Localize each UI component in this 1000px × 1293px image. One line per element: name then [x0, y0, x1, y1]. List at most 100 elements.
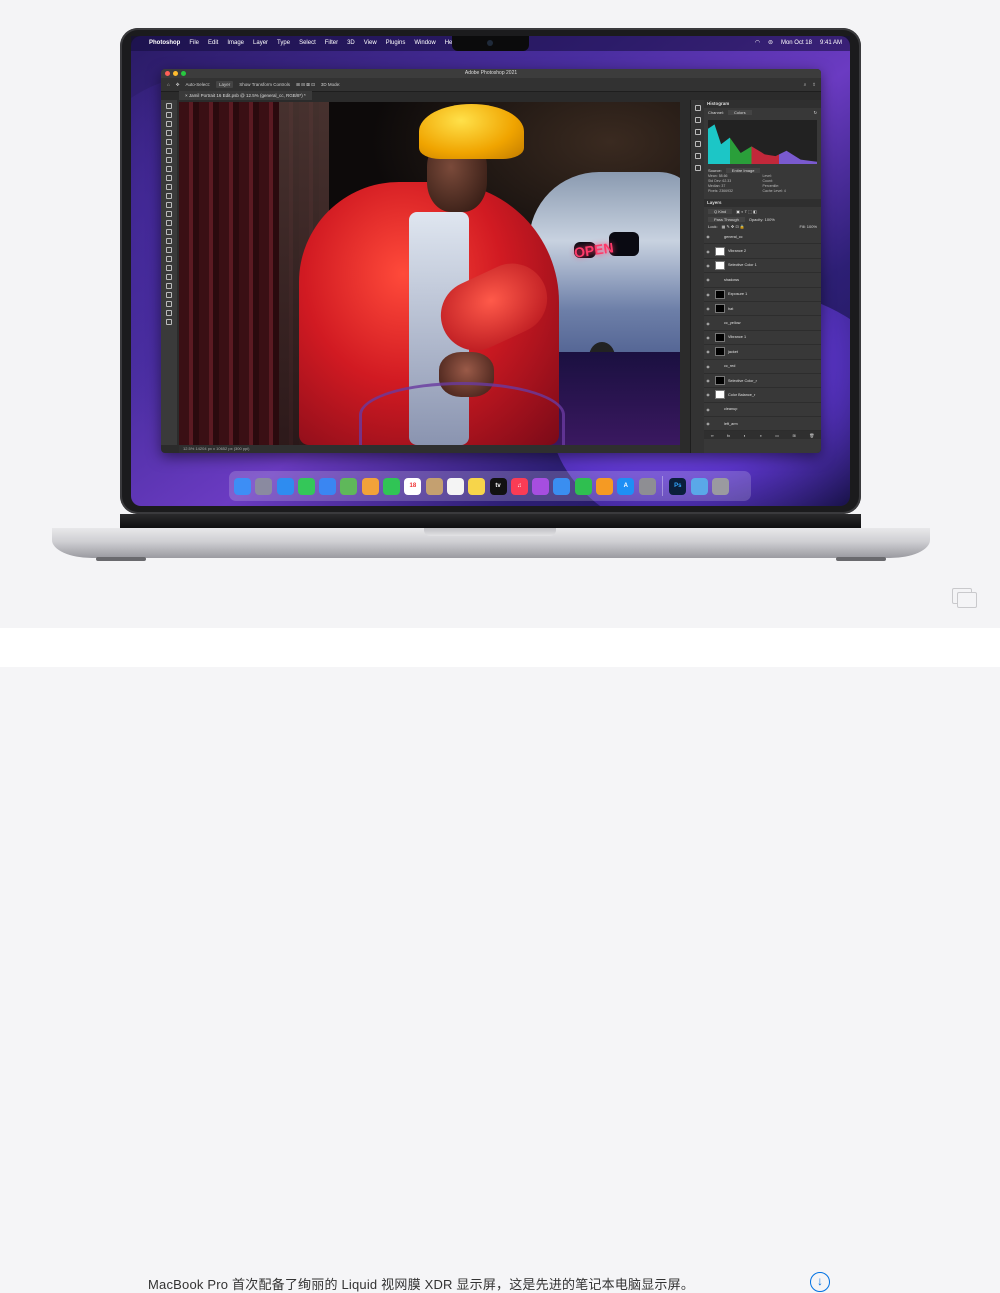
mask-icon[interactable]: ◐ — [744, 433, 746, 438]
photos-icon[interactable] — [361, 477, 379, 495]
hand-tool-icon[interactable] — [166, 274, 172, 280]
settings-icon[interactable] — [638, 477, 656, 495]
show-transform-checkbox[interactable]: Show Transform Controls — [239, 82, 290, 87]
path-select-tool-icon[interactable] — [166, 256, 172, 262]
visibility-eye-icon[interactable]: ◉ — [704, 249, 712, 254]
visibility-eye-icon[interactable]: ◉ — [704, 292, 712, 297]
finder-icon[interactable] — [234, 477, 251, 495]
downloads-icon[interactable] — [690, 477, 708, 495]
maps-icon[interactable] — [340, 477, 358, 495]
visibility-eye-icon[interactable]: ◉ — [704, 421, 712, 426]
appstore-icon[interactable]: A — [617, 477, 635, 495]
layer-row[interactable]: ◉ general_cc — [704, 230, 821, 245]
menu-image[interactable]: Image — [227, 36, 244, 51]
healing-tool-icon[interactable] — [166, 166, 172, 172]
blend-mode-dropdown[interactable]: Pass Through — [708, 217, 745, 222]
visibility-eye-icon[interactable]: ◉ — [704, 234, 712, 239]
layer-row[interactable]: ◉ cc_yellow — [704, 316, 821, 331]
visibility-eye-icon[interactable]: ◉ — [704, 407, 712, 412]
zoom-icon[interactable] — [181, 71, 186, 76]
group-icon[interactable]: ▭ — [775, 433, 779, 438]
properties-panel-icon[interactable] — [695, 141, 701, 147]
pages-icon[interactable] — [596, 477, 614, 495]
numbers-icon[interactable] — [574, 477, 592, 495]
mail-icon[interactable] — [319, 477, 337, 495]
marquee-tool-icon[interactable] — [166, 112, 172, 118]
layer-row[interactable]: ◉ Vibrance 1 — [704, 331, 821, 346]
swatches-panel-icon[interactable] — [695, 153, 701, 159]
layer-row[interactable]: ◉ jacket — [704, 345, 821, 360]
history-panel-icon[interactable] — [695, 105, 701, 111]
menubar-time[interactable]: 9:41 AM — [820, 36, 842, 51]
visibility-eye-icon[interactable]: ◉ — [704, 392, 712, 397]
menu-edit[interactable]: Edit — [208, 36, 218, 51]
layers-panel-title[interactable]: Layers — [704, 199, 821, 207]
facetime-icon[interactable] — [383, 477, 401, 495]
image-canvas[interactable]: OPEN — [179, 102, 680, 445]
search-icon[interactable]: ⌕ — [804, 82, 807, 87]
layer-row[interactable]: ◉ Selective Color_r — [704, 374, 821, 389]
layer-row[interactable]: ◉ Vibrance 2 — [704, 244, 821, 259]
gallery-icon[interactable] — [957, 592, 977, 608]
color-tool-icon[interactable] — [166, 301, 172, 307]
frame-tool-icon[interactable] — [166, 148, 172, 154]
menubar-app-name[interactable]: Photoshop — [149, 36, 180, 51]
layer-row[interactable]: ◉ cc_red — [704, 360, 821, 374]
eyedropper-tool-icon[interactable] — [166, 157, 172, 163]
mask-tool-icon[interactable] — [166, 310, 172, 316]
crop-tool-icon[interactable] — [166, 139, 172, 145]
trash-icon[interactable] — [711, 477, 729, 495]
lasso-tool-icon[interactable] — [166, 121, 172, 127]
visibility-eye-icon[interactable]: ◉ — [704, 321, 712, 326]
keynote-icon[interactable] — [553, 477, 571, 495]
menu-select[interactable]: Select — [299, 36, 316, 51]
link-icon[interactable]: ∞ — [711, 433, 714, 438]
contacts-icon[interactable] — [425, 477, 443, 495]
layer-row[interactable]: ◉ left_arm — [704, 417, 821, 432]
adjustment-icon[interactable]: ◑ — [759, 433, 761, 438]
reminders-icon[interactable] — [446, 477, 464, 495]
pen-tool-icon[interactable] — [166, 238, 172, 244]
music-icon[interactable]: ♫ — [510, 477, 528, 495]
menu-type[interactable]: Type — [277, 36, 290, 51]
control-center-icon[interactable]: ⊜ — [768, 36, 773, 51]
opacity-field[interactable]: Opacity: 100% — [749, 217, 775, 222]
quick-select-tool-icon[interactable] — [166, 130, 172, 136]
visibility-eye-icon[interactable]: ◉ — [704, 306, 712, 311]
layer-row[interactable]: ◉ Exposure 1 — [704, 288, 821, 302]
layer-filter-dropdown[interactable]: Q Kind — [708, 209, 733, 214]
gradient-tool-icon[interactable] — [166, 211, 172, 217]
adjustments-panel-icon[interactable] — [695, 117, 701, 123]
menu-file[interactable]: File — [189, 36, 199, 51]
photoshop-icon[interactable]: Ps — [669, 477, 687, 495]
source-dropdown[interactable]: Entire Image — [725, 168, 761, 173]
layer-row[interactable]: ◉ hat — [704, 302, 821, 317]
layer-row[interactable]: ◉ shadows — [704, 273, 821, 288]
brush-settings-panel-icon[interactable] — [695, 129, 701, 135]
move-tool-icon[interactable] — [166, 103, 172, 109]
refresh-icon[interactable]: ↻ — [814, 110, 817, 115]
delete-layer-icon[interactable]: 🗑 — [809, 433, 814, 438]
wifi-icon[interactable]: ◠ — [755, 36, 760, 51]
appletv-icon[interactable]: tv — [489, 477, 507, 495]
clone-tool-icon[interactable] — [166, 184, 172, 190]
align-icons[interactable]: ⊞ ⊟ ⊠ ⊡ — [296, 82, 315, 88]
dodge-tool-icon[interactable] — [166, 229, 172, 235]
visibility-eye-icon[interactable]: ◉ — [704, 263, 712, 268]
shape-tool-icon[interactable] — [166, 265, 172, 271]
menu-view[interactable]: View — [364, 36, 377, 51]
layer-row[interactable]: ◉ Color Balance_r — [704, 388, 821, 403]
minimize-icon[interactable] — [173, 71, 178, 76]
fx-icon[interactable]: fx — [727, 433, 730, 438]
visibility-eye-icon[interactable]: ◉ — [704, 378, 712, 383]
document-tab[interactable]: × Jamil Portrait 16 Edit.psb @ 12.5% (ge… — [179, 91, 312, 100]
podcasts-icon[interactable] — [532, 477, 550, 495]
brush-tool-icon[interactable] — [166, 175, 172, 181]
filter-icons[interactable]: ▣ ◐ T ⬚ ◧ — [736, 209, 757, 214]
menu-plugins[interactable]: Plugins — [386, 36, 406, 51]
calendar-icon[interactable]: 18 — [404, 477, 422, 495]
home-icon[interactable]: ⌂ — [167, 82, 170, 87]
histogram-panel-title[interactable]: Histogram — [704, 100, 821, 108]
more-tool-icon[interactable] — [166, 292, 172, 298]
messages-icon[interactable] — [297, 477, 315, 495]
